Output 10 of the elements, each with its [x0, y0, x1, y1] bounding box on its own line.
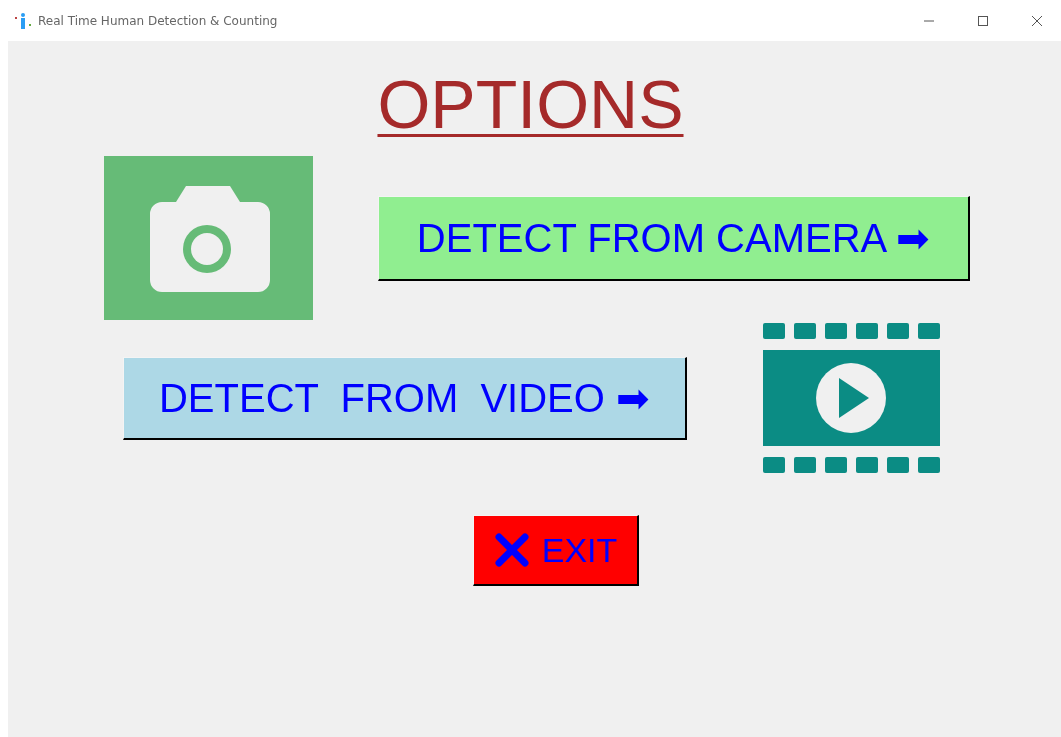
close-icon: [493, 532, 530, 568]
close-icon: [1031, 14, 1043, 27]
options-heading: OPTIONS: [377, 69, 684, 139]
window-title: Real Time Human Detection & Counting: [38, 13, 279, 28]
maximize-icon: [977, 14, 989, 27]
detect-video-button[interactable]: DETECT FROM VIDEO ➡: [123, 357, 687, 440]
app-icon: [14, 11, 32, 30]
film-icon: [763, 323, 940, 474]
camera-icon: [104, 156, 313, 320]
detect-camera-button[interactable]: DETECT FROM CAMERA ➡: [378, 195, 970, 281]
